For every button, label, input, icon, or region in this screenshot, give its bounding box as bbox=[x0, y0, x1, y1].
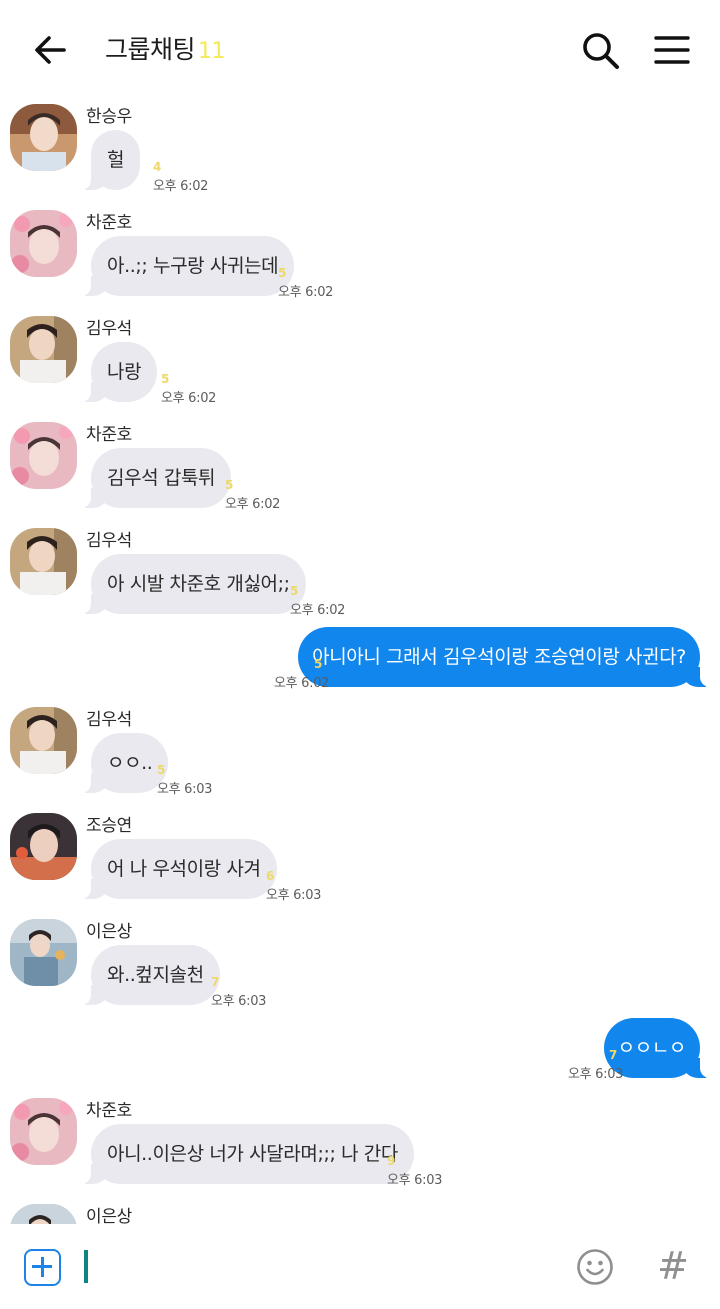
message-time: 오후 6:02 bbox=[225, 497, 281, 512]
chat-title: 그룹채팅 11 bbox=[105, 30, 226, 70]
unread-count: 5 bbox=[290, 584, 299, 598]
unread-count: 5 bbox=[314, 657, 323, 671]
message-time: 오후 6:03 bbox=[387, 1173, 443, 1188]
message-bubble[interactable]: 헐 bbox=[80, 130, 141, 190]
message-input-bar: # bbox=[0, 1224, 720, 1309]
unread-count: 9 bbox=[387, 1154, 396, 1168]
message-time: 오후 6:03 bbox=[157, 782, 213, 797]
unread-count: 4 bbox=[153, 160, 162, 174]
message-bubble[interactable]: 나랑 bbox=[80, 342, 158, 402]
unread-count: 7 bbox=[211, 975, 220, 989]
avatar[interactable] bbox=[10, 919, 77, 986]
message-time: 오후 6:02 bbox=[274, 676, 330, 691]
search-icon[interactable] bbox=[580, 30, 622, 72]
plus-square-icon[interactable] bbox=[24, 1249, 61, 1286]
message-time: 오후 6:02 bbox=[161, 391, 217, 406]
message-time: 오후 6:02 bbox=[153, 179, 209, 194]
sender-name: 조승연 bbox=[86, 816, 133, 836]
unread-count: 5 bbox=[157, 763, 166, 777]
message-input[interactable] bbox=[84, 1248, 554, 1286]
avatar[interactable] bbox=[10, 528, 77, 595]
message-list[interactable]: 한승우 헐 4 오후 6:02 차준호 아..;; 누구랑 사귀는데 5 오후 … bbox=[0, 96, 720, 1224]
message-bubble[interactable]: 와..컾지솔천 bbox=[81, 945, 220, 1005]
unread-count: 5 bbox=[278, 266, 287, 280]
chat-title-text: 그룹채팅 bbox=[105, 35, 196, 64]
sender-name: 김우석 bbox=[86, 710, 133, 730]
avatar[interactable] bbox=[10, 707, 77, 774]
hashtag-button[interactable]: # bbox=[656, 1246, 690, 1286]
chat-header: 그룹채팅 11 bbox=[0, 0, 720, 96]
hamburger-menu-icon[interactable] bbox=[652, 30, 692, 70]
arrow-left-icon[interactable] bbox=[30, 30, 70, 70]
message-time: 오후 6:02 bbox=[290, 603, 346, 618]
avatar[interactable] bbox=[10, 104, 77, 171]
avatar[interactable] bbox=[10, 422, 77, 489]
smiley-icon[interactable] bbox=[576, 1248, 614, 1286]
sender-name: 한승우 bbox=[86, 107, 133, 127]
avatar[interactable] bbox=[10, 813, 77, 880]
message-bubble[interactable]: 아..;; 누구랑 사귀는데 bbox=[80, 236, 295, 296]
avatar[interactable] bbox=[10, 1098, 77, 1165]
my-message-bubble[interactable]: 아니아니 그래서 김우석이랑 조승연이랑 사귄다? bbox=[298, 627, 710, 687]
text-cursor bbox=[84, 1250, 88, 1283]
message-bubble[interactable]: 아 시발 차준호 개싫어;; bbox=[81, 554, 306, 614]
unread-count: 5 bbox=[225, 478, 234, 492]
avatar[interactable] bbox=[10, 1204, 77, 1224]
unread-count: 6 bbox=[266, 869, 275, 883]
sender-name: 김우석 bbox=[86, 319, 133, 339]
sender-name: 차준호 bbox=[86, 1101, 133, 1121]
message-time: 오후 6:02 bbox=[278, 285, 334, 300]
sender-name: 이은상 bbox=[86, 1207, 133, 1224]
message-bubble[interactable]: 어 나 우석이랑 사겨 bbox=[81, 839, 277, 899]
sender-name: 이은상 bbox=[86, 922, 133, 942]
sender-name: 차준호 bbox=[86, 425, 133, 445]
sender-name: 김우석 bbox=[86, 531, 133, 551]
sender-name: 차준호 bbox=[86, 213, 133, 233]
unread-count: 5 bbox=[161, 372, 170, 386]
message-time: 오후 6:03 bbox=[568, 1067, 624, 1082]
message-bubble[interactable]: 김우석 갑툭튀 bbox=[80, 448, 232, 508]
message-bubble[interactable]: 아니..이은상 너가 사달라며;;; 나 간다 bbox=[81, 1124, 414, 1184]
unread-count: 7 bbox=[609, 1048, 618, 1062]
member-count: 11 bbox=[198, 39, 226, 64]
avatar[interactable] bbox=[10, 316, 77, 383]
message-time: 오후 6:03 bbox=[266, 888, 322, 903]
avatar[interactable] bbox=[10, 210, 77, 277]
message-time: 오후 6:03 bbox=[211, 994, 267, 1009]
